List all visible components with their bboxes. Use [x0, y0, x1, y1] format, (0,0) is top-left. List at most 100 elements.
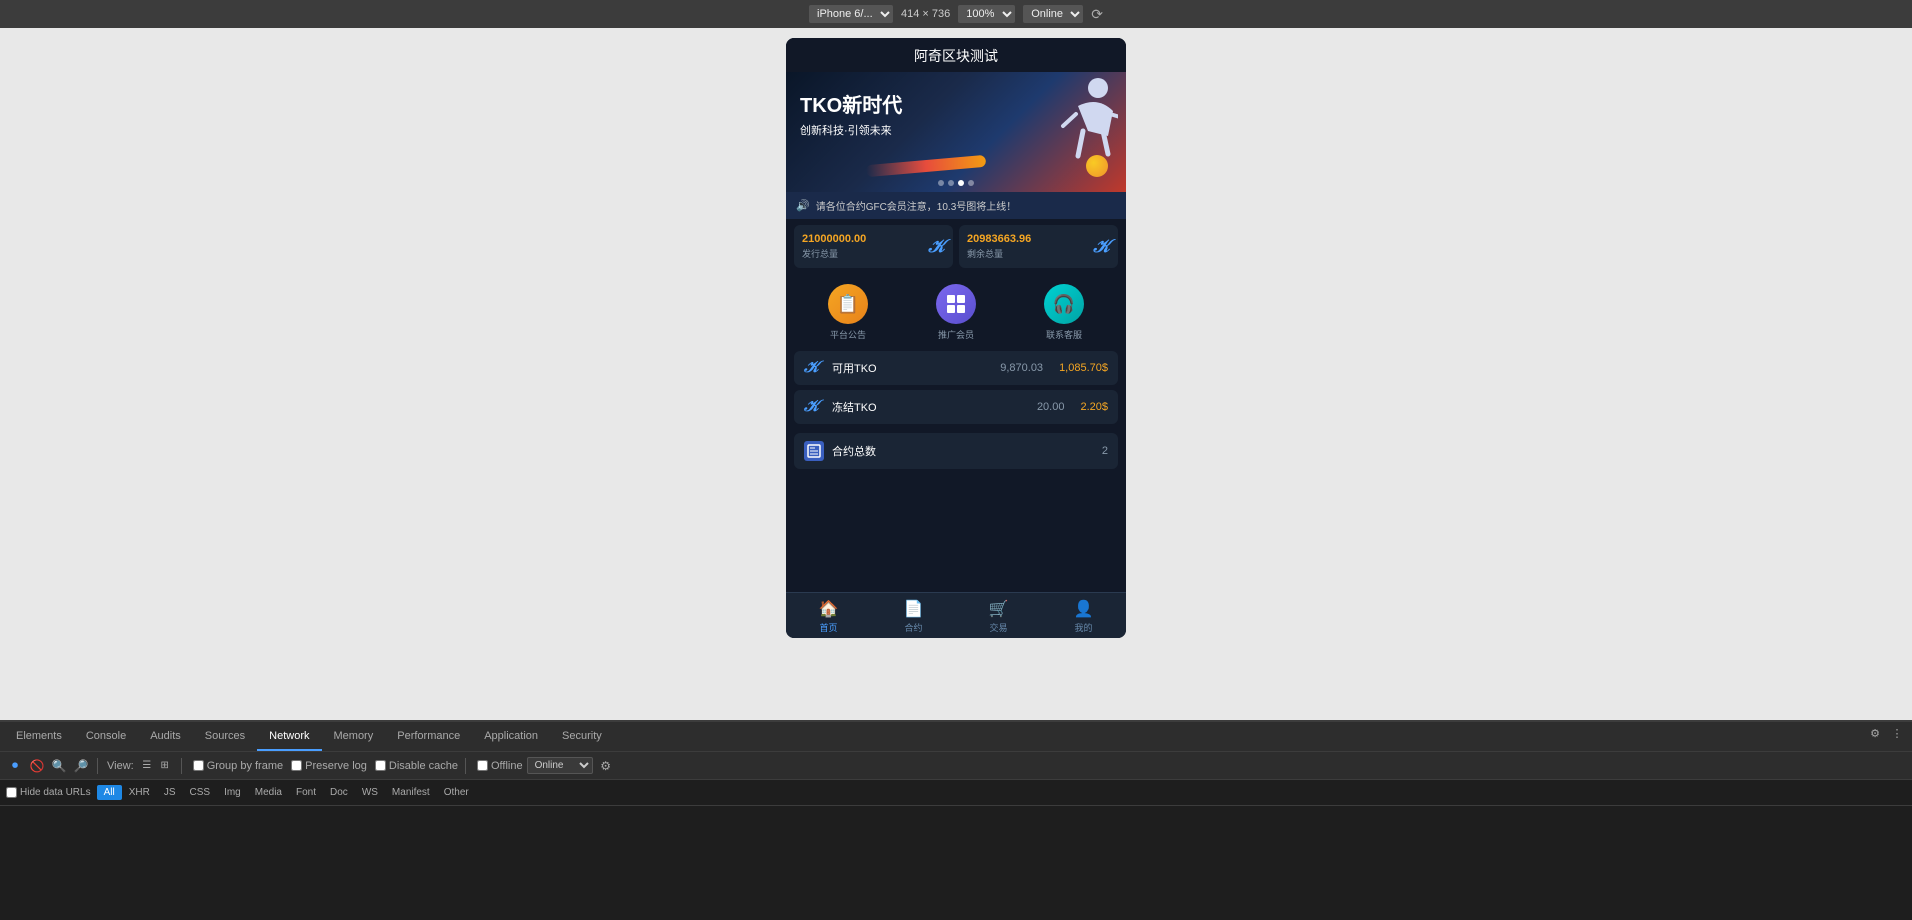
banner-figure-icon: [1048, 76, 1118, 166]
dot-2[interactable]: [948, 180, 954, 186]
record-button[interactable]: ⏺: [6, 757, 24, 775]
announcement-circle: 📋: [828, 284, 868, 324]
tab-sources[interactable]: Sources: [193, 723, 257, 751]
filter-toggle[interactable]: 🔍: [50, 757, 68, 775]
stat-card-remaining: 20983663.96 剩余总量 𝒦: [959, 225, 1118, 268]
offline-checkbox[interactable]: [477, 760, 488, 771]
tab-application[interactable]: Application: [472, 723, 550, 751]
profile-label: 我的: [1074, 621, 1092, 634]
tko-logo-1: 𝒦: [928, 236, 945, 257]
frozen-tko-amount: 20.00: [1037, 401, 1065, 413]
promote-circle: [936, 284, 976, 324]
filter-tag-img[interactable]: Img: [217, 785, 248, 800]
devtools-panel: Elements Console Audits Sources Network …: [0, 720, 1912, 920]
contract-icon: [804, 441, 824, 461]
tab-audits[interactable]: Audits: [138, 723, 193, 751]
tab-elements[interactable]: Elements: [4, 723, 74, 751]
banner-streak-decoration: [866, 155, 987, 177]
banner-dots: [938, 180, 974, 186]
devtools-toolbar: ⏺ 🚫 🔍 🔎 View: ☰ ⊞ Group by frame Preserv…: [0, 752, 1912, 780]
nav-contract[interactable]: 📄 合约: [871, 593, 956, 638]
dot-1[interactable]: [938, 180, 944, 186]
action-promote[interactable]: 推广会员: [936, 284, 976, 341]
zoom-selector[interactable]: 100%: [958, 5, 1015, 23]
banner-section: TKO新时代 创新科技·引领未来: [786, 72, 1126, 192]
announcement-text: 请各位合约GFC会员注意，10.3号图将上线！: [816, 198, 1017, 213]
filter-tag-font[interactable]: Font: [289, 785, 323, 800]
banner-text: TKO新时代 创新科技·引领未来: [800, 94, 902, 138]
device-selector[interactable]: iPhone 6/...: [809, 5, 893, 23]
group-by-frame-checkbox[interactable]: [193, 760, 204, 771]
stats-section: 21000000.00 发行总量 𝒦 20983663.96 剩余总量 𝒦: [786, 219, 1126, 274]
filter-tag-css[interactable]: CSS: [183, 785, 218, 800]
action-announcement[interactable]: 📋 平台公告: [828, 284, 868, 341]
trade-icon: 🛒: [989, 599, 1009, 619]
nav-trade[interactable]: 🛒 交易: [956, 593, 1041, 638]
action-support[interactable]: 🎧 联系客服: [1044, 284, 1084, 341]
contract-row[interactable]: 合约总数 2: [794, 433, 1118, 469]
clear-button[interactable]: 🚫: [28, 757, 46, 775]
search-button[interactable]: 🔎: [72, 757, 90, 775]
banner-subtitle: 创新科技·引领未来: [800, 122, 902, 138]
nav-home[interactable]: 🏠 首页: [786, 593, 871, 638]
group-by-frame-label: Group by frame: [207, 760, 283, 772]
frozen-tko-label: 冻结TKO: [832, 399, 1029, 415]
filter-tag-doc[interactable]: Doc: [323, 785, 355, 800]
preserve-log-label: Preserve log: [305, 760, 367, 772]
filter-tag-xhr[interactable]: XHR: [122, 785, 157, 800]
stat-card-issued: 21000000.00 发行总量 𝒦: [794, 225, 953, 268]
network-selector[interactable]: Online: [1023, 5, 1083, 23]
action-announcement-label: 平台公告: [830, 328, 866, 341]
filter-tag-ws[interactable]: WS: [355, 785, 385, 800]
frozen-tko-row[interactable]: 𝒦 冻结TKO 20.00 2.20$: [794, 390, 1118, 424]
filter-tag-other[interactable]: Other: [437, 785, 476, 800]
filter-tag-manifest[interactable]: Manifest: [385, 785, 437, 800]
devtools-tabs-bar: Elements Console Audits Sources Network …: [0, 722, 1912, 752]
list-view-button[interactable]: ☰: [138, 757, 156, 775]
offline-label: Offline: [491, 760, 523, 772]
tab-memory[interactable]: Memory: [322, 723, 386, 751]
app-header: 阿奇区块测试: [786, 38, 1126, 72]
tab-console[interactable]: Console: [74, 723, 138, 751]
action-support-label: 联系客服: [1046, 328, 1082, 341]
nav-profile[interactable]: 👤 我的: [1041, 593, 1126, 638]
app-title: 阿奇区块测试: [914, 48, 998, 64]
filter-tag-all[interactable]: All: [97, 785, 122, 800]
view-label: View:: [107, 760, 134, 772]
available-tko-label: 可用TKO: [832, 360, 992, 376]
throttle-settings-icon[interactable]: ⚙: [597, 757, 615, 775]
dimension-display: 414 × 736: [901, 8, 950, 20]
rotate-icon[interactable]: ⟳: [1091, 6, 1103, 23]
quick-actions-section: 📋 平台公告 推广会员 🎧 联系客服: [786, 274, 1126, 351]
preserve-log-checkbox-group: Preserve log: [291, 760, 367, 772]
announcement-bar: 🔊 请各位合约GFC会员注意，10.3号图将上线！: [786, 192, 1126, 219]
tab-performance[interactable]: Performance: [385, 723, 472, 751]
tab-security[interactable]: Security: [550, 723, 614, 751]
settings-icon[interactable]: ⚙: [1866, 724, 1884, 742]
throttle-selector[interactable]: Online Slow 3G Fast 3G: [527, 757, 593, 774]
contract-nav-icon: 📄: [904, 599, 924, 619]
group-view-button[interactable]: ⊞: [156, 757, 174, 775]
speaker-icon: 🔊: [796, 199, 810, 212]
disable-cache-checkbox[interactable]: [375, 760, 386, 771]
remaining-label: 剩余总量: [967, 247, 1031, 260]
hide-data-urls-label: Hide data URLs: [20, 787, 91, 798]
dot-3[interactable]: [958, 180, 964, 186]
view-mode-buttons: ☰ ⊞: [138, 757, 174, 775]
dot-4[interactable]: [968, 180, 974, 186]
filter-tag-js[interactable]: JS: [157, 785, 183, 800]
more-options-icon[interactable]: ⋮: [1888, 724, 1906, 742]
support-circle: 🎧: [1044, 284, 1084, 324]
tko-icon-frozen: 𝒦: [804, 398, 824, 416]
disable-cache-checkbox-group: Disable cache: [375, 760, 458, 772]
tab-network[interactable]: Network: [257, 723, 321, 751]
available-tko-amount: 9,870.03: [1000, 362, 1043, 374]
preserve-log-checkbox[interactable]: [291, 760, 302, 771]
remaining-value: 20983663.96: [967, 233, 1031, 245]
filter-tag-media[interactable]: Media: [248, 785, 289, 800]
devtools-side-buttons: ⚙ ⋮: [1866, 724, 1906, 742]
hide-data-urls-checkbox[interactable]: [6, 787, 17, 798]
offline-checkbox-group: Offline: [477, 760, 523, 772]
network-requests-area: [0, 806, 1912, 920]
available-tko-row[interactable]: 𝒦 可用TKO 9,870.03 1,085.70$: [794, 351, 1118, 385]
